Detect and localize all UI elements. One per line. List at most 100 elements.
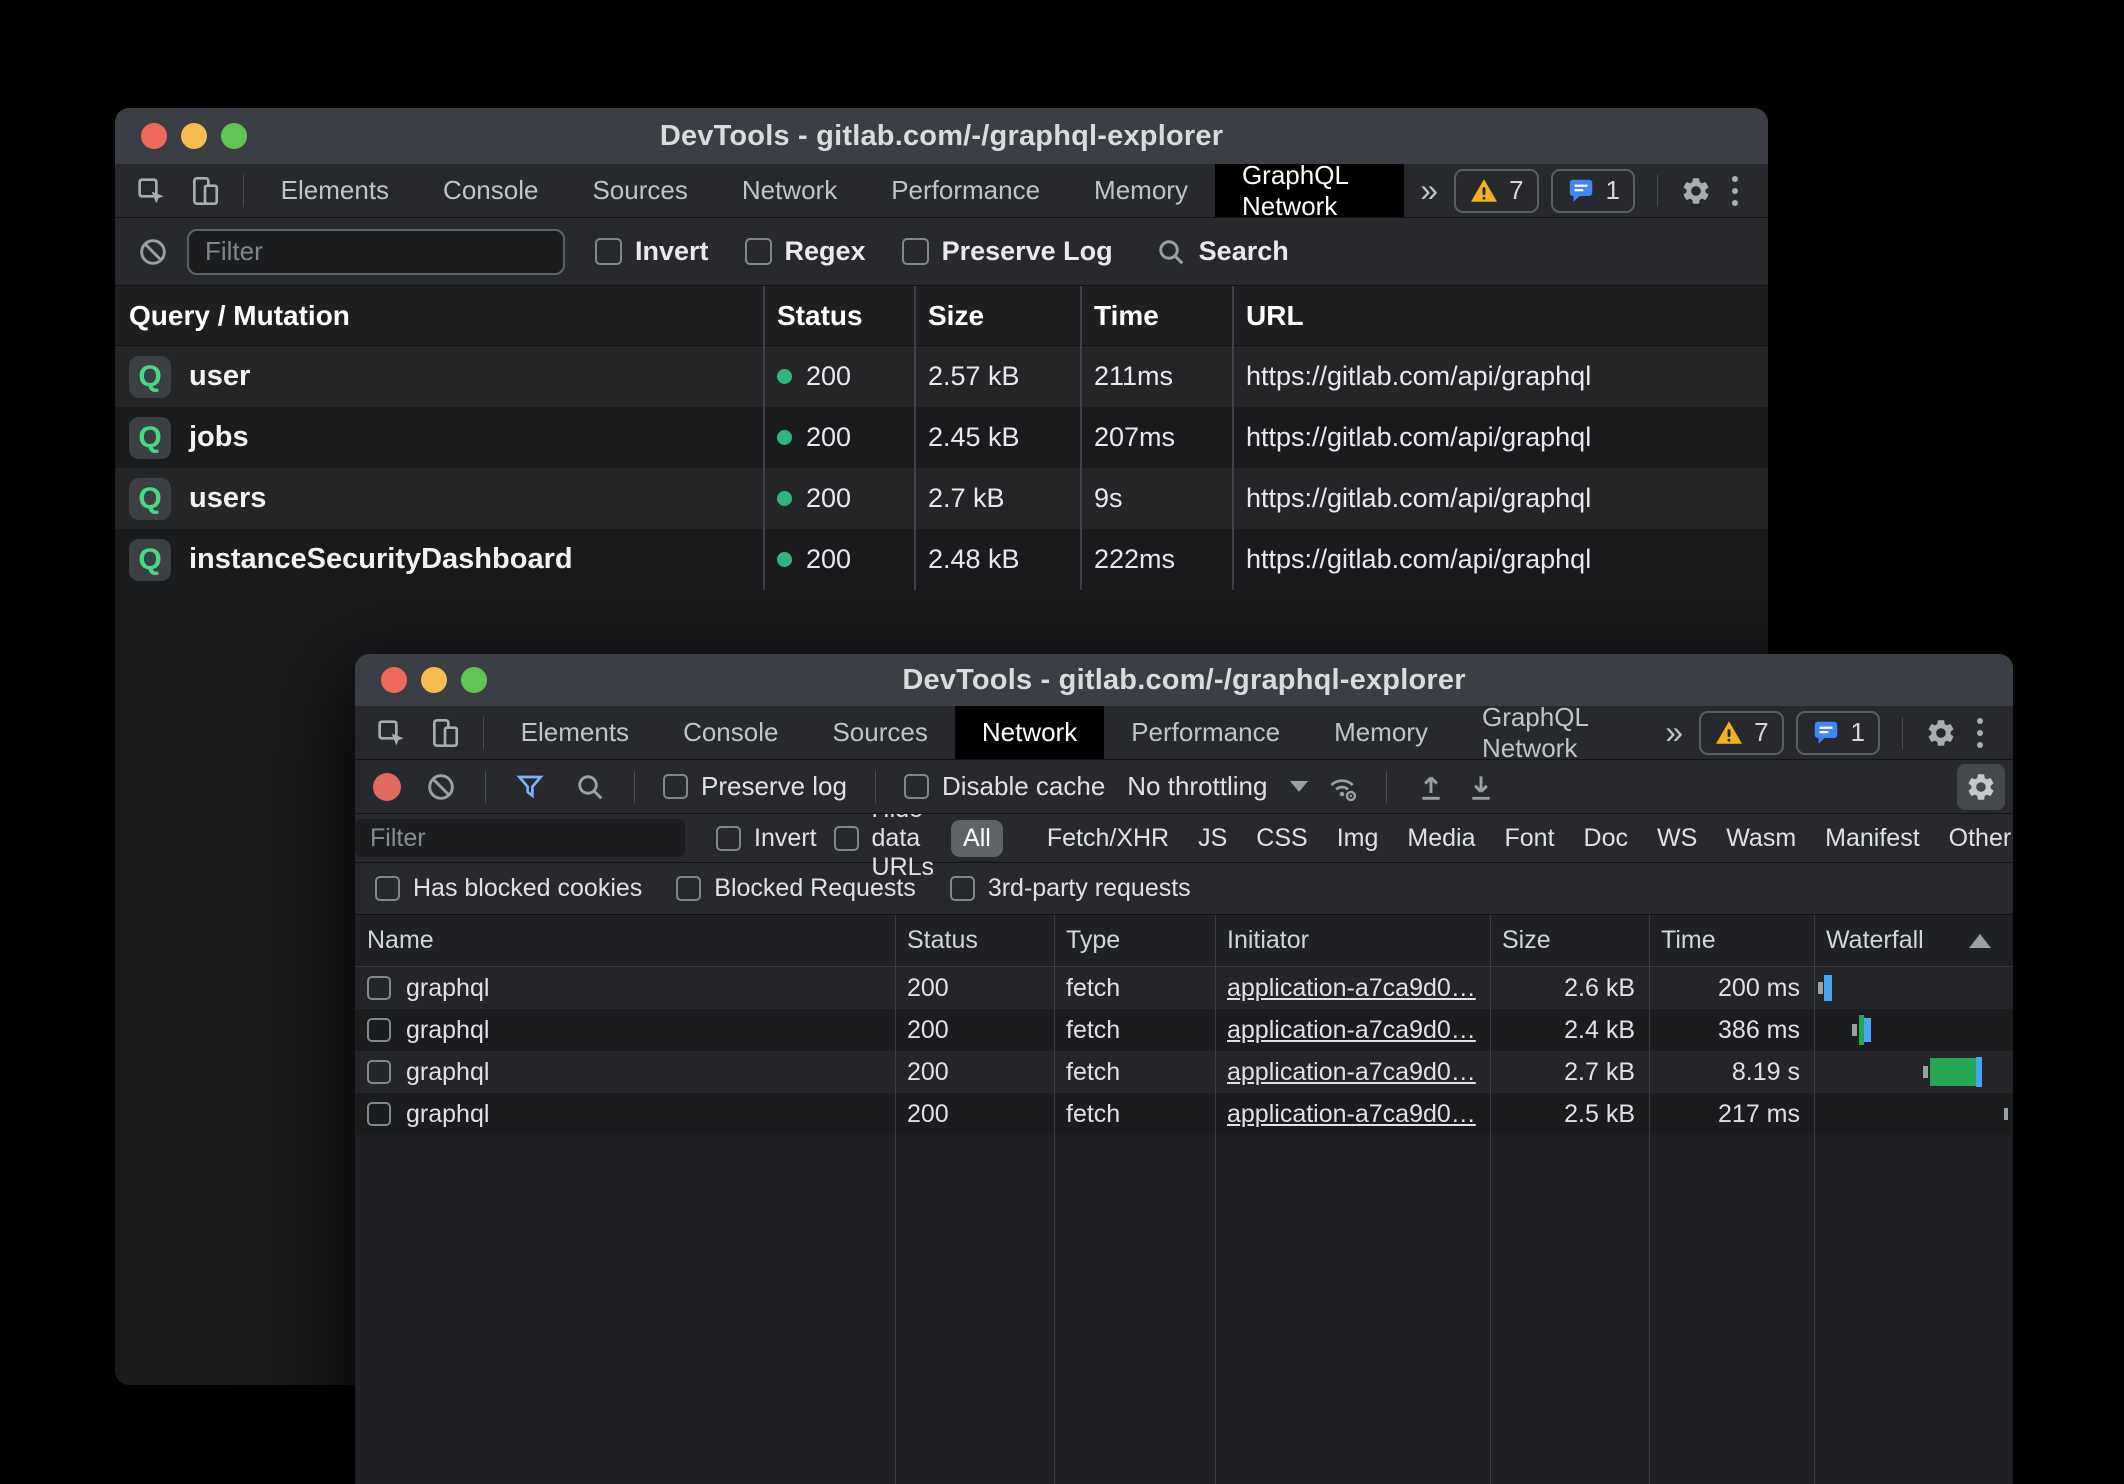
filter-type-fetch-xhr[interactable]: Fetch/XHR [1041,820,1175,857]
export-har-icon[interactable] [1465,771,1497,803]
row-checkbox[interactable] [367,976,391,1000]
table-row[interactable]: Qjobs 200 2.45 kB 207ms https://gitlab.c… [115,407,1768,468]
disable-cache-checkbox[interactable]: Disable cache [904,771,1105,802]
kebab-menu-button[interactable] [1969,718,1991,748]
close-button[interactable] [381,667,407,693]
invert-checkbox[interactable]: Invert [716,824,817,853]
inspect-element-icon[interactable] [135,175,167,207]
tab-performance[interactable]: Performance [1104,706,1307,759]
initiator-link[interactable]: application-a7ca9d0… [1227,1016,1476,1045]
device-toolbar-icon[interactable] [429,717,461,749]
tab-network[interactable]: Network [955,706,1104,759]
tab-console[interactable]: Console [416,164,565,217]
col-query-mutation[interactable]: Query / Mutation [115,300,763,332]
initiator-link[interactable]: application-a7ca9d0… [1227,1100,1476,1129]
tab-elements[interactable]: Elements [254,164,416,217]
request-row[interactable]: graphql 200 fetch application-a7ca9d0… 2… [355,1051,2013,1093]
invert-checkbox[interactable]: Invert [595,236,709,267]
search-button[interactable]: Search [1155,236,1289,268]
table-row[interactable]: QinstanceSecurityDashboard 200 2.48 kB 2… [115,529,1768,590]
network-settings-button[interactable] [1957,764,2005,810]
filter-input[interactable] [355,819,685,857]
close-button[interactable] [141,123,167,149]
filter-type-img[interactable]: Img [1331,820,1385,857]
table-row[interactable]: Qusers 200 2.7 kB 9s https://gitlab.com/… [115,468,1768,529]
time-value: 211ms [1080,361,1232,392]
tab-memory[interactable]: Memory [1067,164,1215,217]
more-tabs-button[interactable]: » [1649,706,1699,759]
col-time[interactable]: Time [1649,926,1814,955]
tab-sources[interactable]: Sources [805,706,954,759]
request-row[interactable]: graphql 200 fetch application-a7ca9d0… 2… [355,1009,2013,1051]
filter-type-wasm[interactable]: Wasm [1720,820,1802,857]
blocked-requests-checkbox[interactable]: Blocked Requests [676,874,916,903]
size-value: 2.57 kB [914,361,1080,392]
has-blocked-cookies-checkbox[interactable]: Has blocked cookies [375,874,642,903]
tab-console[interactable]: Console [656,706,805,759]
col-type[interactable]: Type [1054,926,1215,955]
col-name[interactable]: Name [355,926,895,955]
block-icon[interactable] [137,236,169,268]
devtools-window-network: DevTools - gitlab.com/-/graphql-explorer… [355,654,2013,1484]
row-checkbox[interactable] [367,1102,391,1126]
zoom-button[interactable] [461,667,487,693]
minimize-button[interactable] [421,667,447,693]
warnings-badge[interactable]: 7 [1454,169,1538,213]
tab-graphql-network[interactable]: GraphQL Network [1455,706,1649,759]
tab-sources[interactable]: Sources [565,164,714,217]
col-waterfall[interactable]: Waterfall [1814,926,2013,955]
tab-elements[interactable]: Elements [494,706,656,759]
tab-network[interactable]: Network [715,164,864,217]
tab-graphql-network[interactable]: GraphQL Network [1215,164,1404,217]
search-icon[interactable] [574,771,606,803]
col-status[interactable]: Status [895,926,1054,955]
filter-funnel-icon[interactable] [514,771,546,803]
preserve-log-checkbox[interactable]: Preserve log [663,771,847,802]
col-time[interactable]: Time [1080,300,1232,332]
table-row[interactable]: Quser 200 2.57 kB 211ms https://gitlab.c… [115,346,1768,407]
filter-type-doc[interactable]: Doc [1578,820,1634,857]
col-initiator[interactable]: Initiator [1215,926,1490,955]
tab-memory[interactable]: Memory [1307,706,1455,759]
third-party-requests-checkbox[interactable]: 3rd-party requests [950,874,1191,903]
minimize-button[interactable] [181,123,207,149]
filter-type-js[interactable]: JS [1192,820,1233,857]
request-row[interactable]: graphql 200 fetch application-a7ca9d0… 2… [355,1093,2013,1135]
filter-type-font[interactable]: Font [1498,820,1560,857]
initiator-link[interactable]: application-a7ca9d0… [1227,1058,1476,1087]
record-button[interactable] [373,773,401,801]
zoom-button[interactable] [221,123,247,149]
filter-type-css[interactable]: CSS [1250,820,1313,857]
col-size[interactable]: Size [914,300,1080,332]
settings-button[interactable] [1925,717,1957,749]
network-conditions-icon[interactable] [1326,771,1358,803]
row-checkbox[interactable] [367,1018,391,1042]
throttling-dropdown[interactable]: No throttling [1127,771,1308,802]
initiator-link[interactable]: application-a7ca9d0… [1227,974,1476,1003]
col-status[interactable]: Status [763,300,914,332]
request-row[interactable]: graphql 200 fetch application-a7ca9d0… 2… [355,967,2013,1009]
warnings-badge[interactable]: 7 [1699,711,1783,755]
regex-checkbox[interactable]: Regex [745,236,866,267]
import-har-icon[interactable] [1415,771,1447,803]
more-tabs-button[interactable]: » [1404,164,1454,217]
filter-type-media[interactable]: Media [1401,820,1481,857]
clear-icon[interactable] [425,771,457,803]
settings-button[interactable] [1680,175,1712,207]
messages-badge[interactable]: 1 [1551,169,1635,213]
tab-performance[interactable]: Performance [864,164,1067,217]
col-url[interactable]: URL [1232,300,1768,332]
inspect-element-icon[interactable] [375,717,407,749]
col-size[interactable]: Size [1490,926,1649,955]
device-toolbar-icon[interactable] [189,175,221,207]
filter-type-all[interactable]: All [951,820,1003,857]
messages-badge[interactable]: 1 [1796,711,1880,755]
preserve-log-checkbox[interactable]: Preserve Log [902,236,1113,267]
row-checkbox[interactable] [367,1060,391,1084]
kebab-menu-button[interactable] [1724,176,1746,206]
filter-type-ws[interactable]: WS [1651,820,1703,857]
filter-input[interactable] [187,229,565,275]
filter-type-manifest[interactable]: Manifest [1819,820,1925,857]
filter-type-other[interactable]: Other [1943,820,2018,857]
divider [1657,175,1658,207]
